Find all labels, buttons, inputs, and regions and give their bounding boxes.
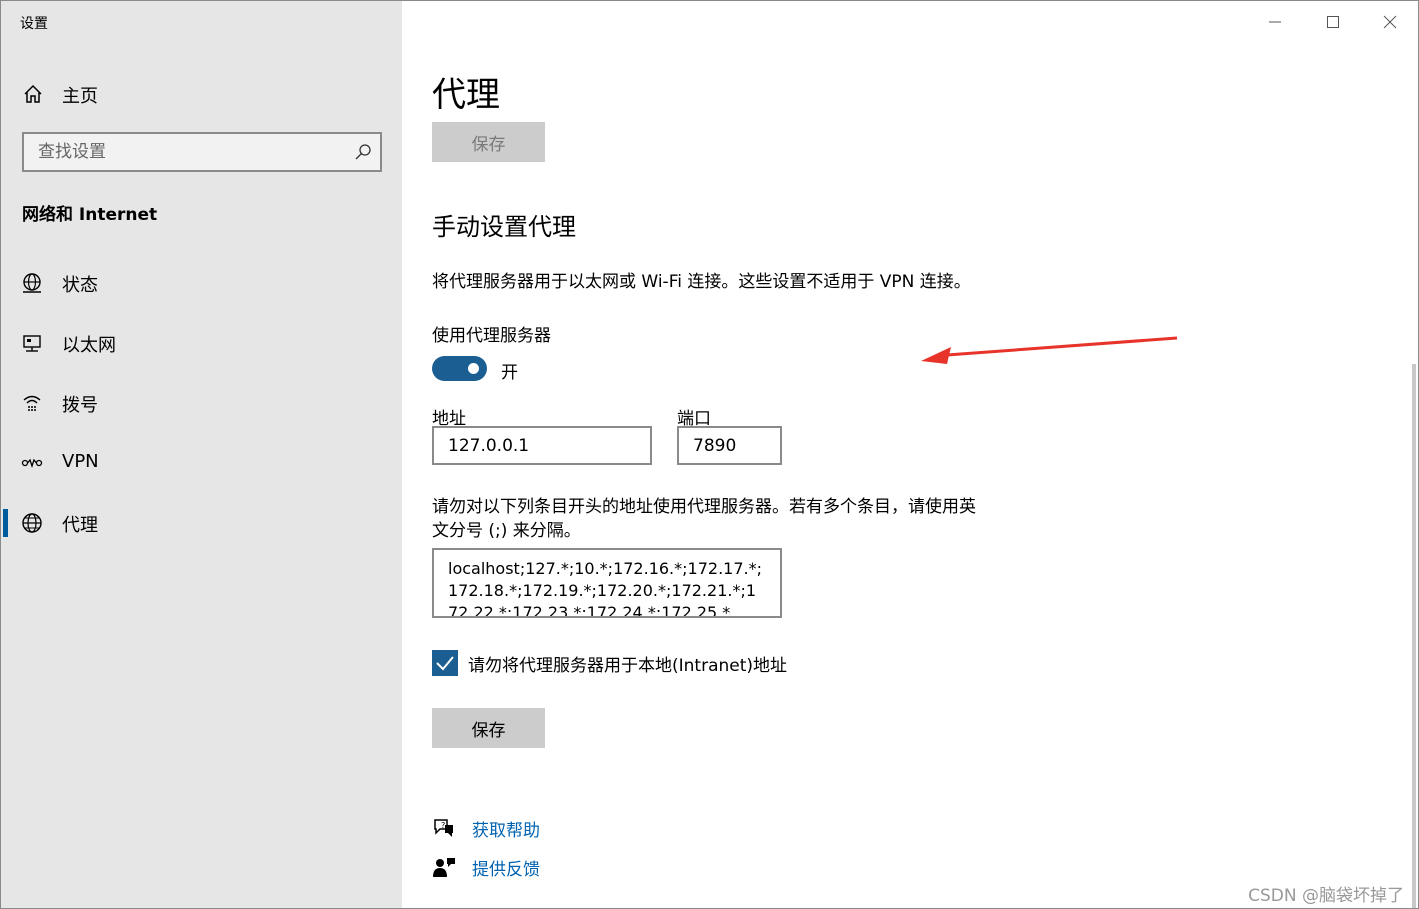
exceptions-description-line1: 请勿对以下列条目开头的地址使用代理服务器。若有多个条目，请使用英 xyxy=(432,497,976,517)
search-icon[interactable] xyxy=(354,143,372,161)
sidebar-item-proxy[interactable]: 代理 xyxy=(1,499,402,547)
toggle-knob xyxy=(468,363,479,374)
use-proxy-label: 使用代理服务器 xyxy=(432,326,551,346)
feedback-row: 提供反馈 xyxy=(432,853,732,881)
watermark: CSDN @脑袋坏掉了 xyxy=(1248,886,1404,906)
sidebar-item-dialup[interactable]: 拨号 xyxy=(1,379,402,427)
vpn-icon xyxy=(21,458,43,469)
minimize-icon[interactable] xyxy=(1264,11,1286,33)
dialup-icon xyxy=(23,395,41,411)
bypass-local-label: 请勿将代理服务器用于本地(Intranet)地址 xyxy=(468,656,788,676)
globe-icon xyxy=(22,513,42,533)
main-content: 代理 保存 手动设置代理 将代理服务器用于以太网或 Wi-Fi 连接。这些设置不… xyxy=(402,1,1418,908)
sidebar-item-label: 状态 xyxy=(62,275,98,296)
address-input[interactable] xyxy=(434,428,650,463)
port-box xyxy=(677,426,782,465)
sidebar-item-label: 以太网 xyxy=(62,335,116,356)
sidebar: 设置 主页 网络和 Internet 状态 xyxy=(1,1,402,908)
page-title: 代理 xyxy=(432,75,500,115)
exceptions-box: localhost;127.*;10.*;172.16.*;172.17.*;1… xyxy=(432,548,782,618)
address-box xyxy=(432,426,652,465)
exceptions-textarea[interactable]: localhost;127.*;10.*;172.16.*;172.17.*;1… xyxy=(434,550,780,616)
use-proxy-toggle[interactable] xyxy=(432,356,487,381)
search-input[interactable] xyxy=(24,134,344,170)
scrollbar[interactable] xyxy=(1412,364,1416,908)
sidebar-item-label: 主页 xyxy=(62,86,98,107)
get-help-link[interactable]: 获取帮助 xyxy=(472,816,540,841)
settings-window: 设置 主页 网络和 Internet 状态 xyxy=(0,0,1419,909)
help-chat-icon: ? xyxy=(434,819,453,837)
toggle-state-label: 开 xyxy=(501,363,518,383)
globe-status-icon xyxy=(23,273,41,293)
sidebar-item-label: 拨号 xyxy=(62,395,98,416)
send-feedback-link[interactable]: 提供反馈 xyxy=(472,855,540,880)
active-indicator xyxy=(3,509,8,537)
bypass-local-checkbox[interactable] xyxy=(432,650,458,676)
maximize-icon[interactable] xyxy=(1322,11,1344,33)
sidebar-section-title: 网络和 Internet xyxy=(22,205,158,225)
sidebar-item-ethernet[interactable]: 以太网 xyxy=(1,319,402,367)
close-icon[interactable] xyxy=(1379,11,1401,33)
save-button-top[interactable]: 保存 xyxy=(432,122,545,162)
app-title: 设置 xyxy=(20,16,48,32)
sidebar-item-label: 代理 xyxy=(62,515,98,536)
exceptions-description-line2: 文分号 (;) 来分隔。 xyxy=(432,521,581,541)
feedback-icon xyxy=(433,858,455,877)
home-icon xyxy=(24,84,42,103)
sidebar-item-vpn[interactable]: VPN xyxy=(1,439,402,487)
help-row: ? 获取帮助 xyxy=(432,814,732,842)
svg-text:?: ? xyxy=(441,821,445,830)
sidebar-item-status[interactable]: 状态 xyxy=(1,259,402,307)
port-input[interactable] xyxy=(679,428,780,463)
save-button[interactable]: 保存 xyxy=(432,708,545,748)
manual-proxy-description: 将代理服务器用于以太网或 Wi-Fi 连接。这些设置不适用于 VPN 连接。 xyxy=(432,272,971,292)
sidebar-item-label: VPN xyxy=(62,451,99,472)
ethernet-icon xyxy=(23,335,41,352)
manual-proxy-heading: 手动设置代理 xyxy=(432,213,576,241)
sidebar-item-home[interactable]: 主页 xyxy=(1,73,402,113)
search-box xyxy=(22,132,382,172)
checkmark-icon xyxy=(436,656,454,671)
annotation-arrow xyxy=(921,336,1178,364)
